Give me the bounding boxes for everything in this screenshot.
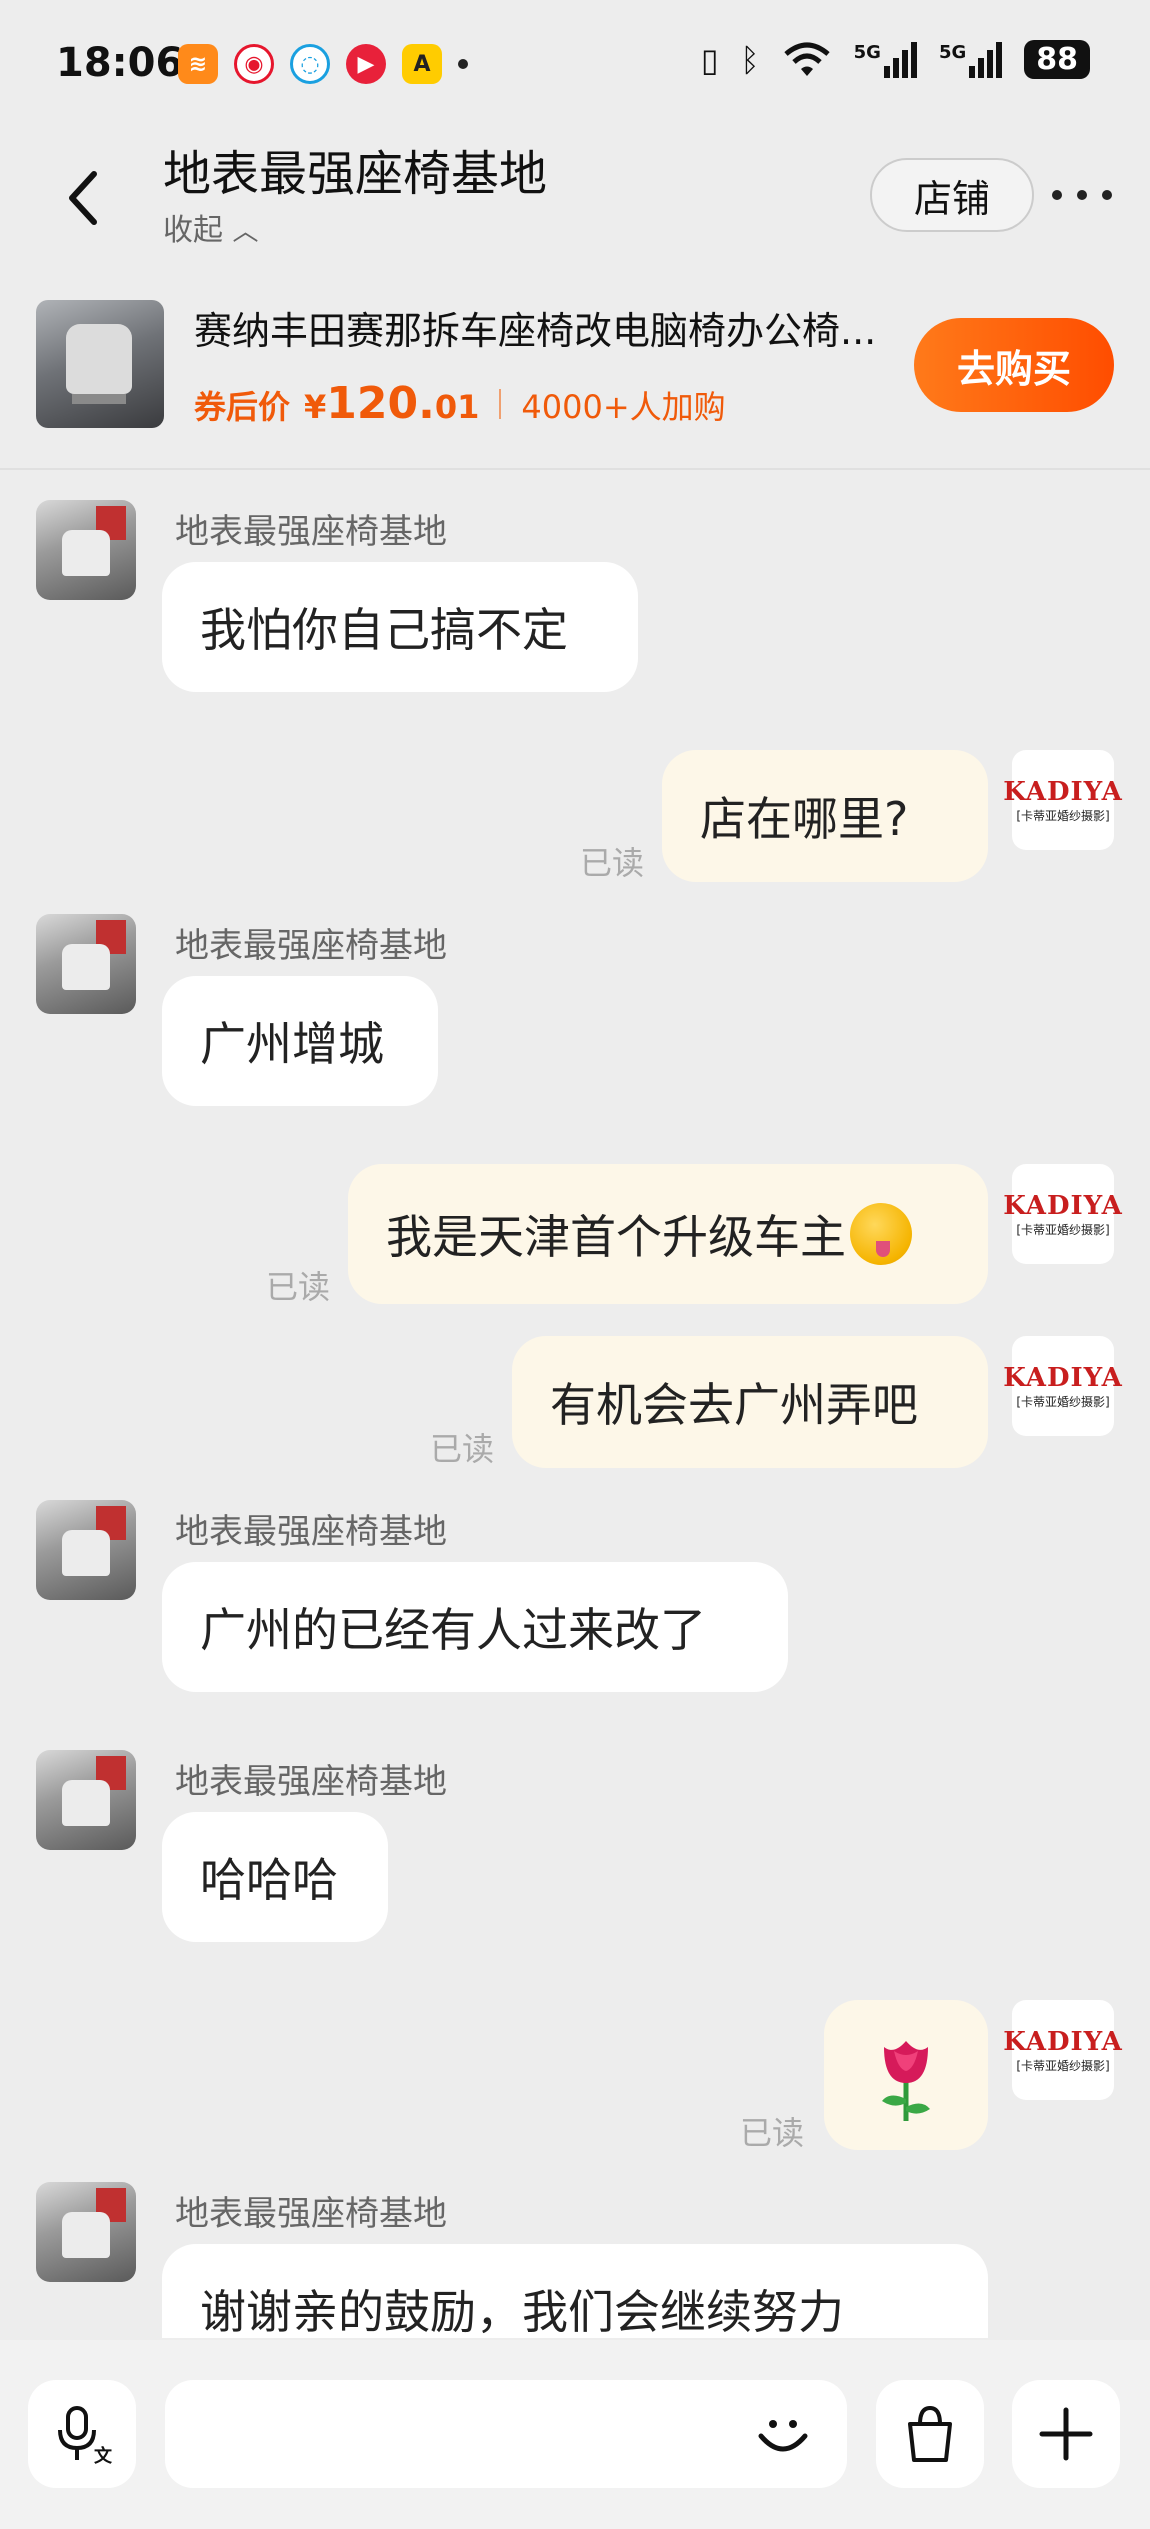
voice-input-button[interactable]: 文 <box>28 2380 136 2488</box>
price-integer: 120. <box>326 378 435 429</box>
message-bubble[interactable]: 哈哈哈 <box>162 1812 388 1942</box>
chevron-up-icon: ︿ <box>232 217 259 247</box>
message-clip: 谢谢亲的鼓励，我们会继续努力 <box>0 2240 1150 2338</box>
sender-name: 地表最强座椅基地 <box>175 512 447 552</box>
read-status: 已读 <box>740 2114 805 2152</box>
avatar-brand-subtitle: [卡蒂亚婚纱摄影] <box>1016 808 1110 823</box>
map-app-icon: A <box>402 44 442 84</box>
status-time: 18:06 <box>56 40 184 86</box>
tongue-wink-emoji-icon <box>850 1203 912 1265</box>
status-bar: 18:06 ≋ ◉ ◌ ▶ A ▯ ᛒ 5G 5G 88 <box>0 0 1150 130</box>
my-avatar[interactable]: KADIYA [卡蒂亚婚纱摄影] <box>1003 750 1122 850</box>
wifi-icon <box>783 42 830 76</box>
sender-name: 地表最强座椅基地 <box>175 1512 447 1552</box>
weibo-icon: ◉ <box>234 44 274 84</box>
store-avatar[interactable] <box>36 914 136 1014</box>
message-input[interactable] <box>165 2380 847 2488</box>
message-text: 我是天津首个升级车主 <box>386 1210 846 1264</box>
store-avatar[interactable] <box>36 1750 136 1850</box>
read-status: 已读 <box>580 844 645 882</box>
dot-icon <box>1077 190 1087 200</box>
price-label: 券后价 <box>194 388 291 426</box>
price-currency: ¥ <box>304 388 327 426</box>
sender-name: 地表最强座椅基地 <box>175 2194 447 2234</box>
message-bubble[interactable]: 广州增城 <box>162 976 438 1106</box>
more-notifications-icon <box>458 59 468 69</box>
sender-name: 地表最强座椅基地 <box>175 1762 447 1802</box>
microphone-translate-icon: 文 <box>58 2406 113 2466</box>
store-avatar[interactable] <box>36 1500 136 1600</box>
plus-icon <box>1039 2407 1093 2461</box>
product-title[interactable]: 赛纳丰田赛那拆车座椅改电脑椅办公椅... <box>194 300 894 355</box>
avatar-brand-subtitle: [卡蒂亚婚纱摄影] <box>1016 2058 1110 2073</box>
my-avatar[interactable]: KADIYA [卡蒂亚婚纱摄影] <box>1003 1164 1122 1264</box>
avatar-brand-text: KADIYA <box>1003 2026 1123 2057</box>
avatar-brand-subtitle: [卡蒂亚婚纱摄影] <box>1016 1394 1110 1409</box>
collapse-label: 收起 <box>163 213 223 248</box>
avatar-brand-text: KADIYA <box>1003 1190 1123 1221</box>
signal-icon: 5G <box>854 41 917 78</box>
my-avatar[interactable]: KADIYA [卡蒂亚婚纱摄影] <box>1003 1336 1122 1436</box>
avatar-brand-text: KADIYA <box>1003 1362 1123 1393</box>
dot-icon <box>1102 190 1112 200</box>
price-decimal: 01 <box>434 388 480 426</box>
app-notification-icon: ≋ <box>178 44 218 84</box>
store-button[interactable]: 店铺 <box>870 158 1034 232</box>
price-row: 券后价 ¥ 120. 01 4000+人加购 <box>194 378 726 429</box>
message-bubble[interactable]: 我怕你自己搞不定 <box>162 562 638 692</box>
dot-icon <box>1052 190 1062 200</box>
back-arrow-icon <box>69 171 97 225</box>
more-actions-button[interactable] <box>1012 2380 1120 2488</box>
back-button[interactable] <box>60 168 110 228</box>
more-menu-button[interactable] <box>1052 170 1112 220</box>
read-status: 已读 <box>266 1268 331 1306</box>
avatar-brand-text: KADIYA <box>1003 776 1123 807</box>
battery-indicator: 88 <box>1024 40 1090 79</box>
message-bubble[interactable] <box>824 2000 988 2150</box>
read-status: 已读 <box>430 1430 495 1468</box>
video-app-icon: ▶ <box>346 44 386 84</box>
divider <box>499 388 502 419</box>
message-bubble[interactable]: 谢谢亲的鼓励，我们会继续努力 <box>162 2244 988 2338</box>
shopping-bag-button[interactable] <box>876 2380 984 2488</box>
message-bubble[interactable]: 广州的已经有人过来改了 <box>162 1562 788 1692</box>
store-avatar[interactable] <box>36 500 136 600</box>
vibrate-icon: ▯ <box>700 40 719 79</box>
notification-icons: ≋ ◉ ◌ ▶ A <box>178 44 468 84</box>
input-bar: 文 <box>0 2340 1150 2529</box>
message-bubble[interactable]: 店在哪里? <box>662 750 988 882</box>
svg-text:文: 文 <box>94 2445 113 2466</box>
page-title: 地表最强座椅基地 <box>163 146 548 202</box>
bluetooth-icon: ᛒ <box>740 40 760 79</box>
message-bubble[interactable]: 我是天津首个升级车主 <box>348 1164 988 1304</box>
rose-emoji-icon <box>882 2041 930 2121</box>
signal-icon: 5G <box>939 41 1003 78</box>
shopping-bag-icon <box>908 2405 952 2462</box>
chat-app-icon: ◌ <box>290 44 330 84</box>
collapse-toggle[interactable]: 收起 ︿ <box>163 205 259 249</box>
system-icons: ▯ ᛒ 5G 5G 88 <box>701 40 1090 79</box>
message-bubble[interactable]: 有机会去广州弄吧 <box>512 1336 988 1468</box>
emoji-icon[interactable] <box>755 2406 811 2462</box>
product-thumbnail <box>36 300 164 428</box>
avatar-brand-subtitle: [卡蒂亚婚纱摄影] <box>1016 1222 1110 1237</box>
buy-button[interactable]: 去购买 <box>914 318 1114 412</box>
added-to-cart-count: 4000+人加购 <box>521 388 726 426</box>
my-avatar[interactable]: KADIYA [卡蒂亚婚纱摄影] <box>1003 2000 1122 2100</box>
sender-name: 地表最强座椅基地 <box>175 926 447 966</box>
